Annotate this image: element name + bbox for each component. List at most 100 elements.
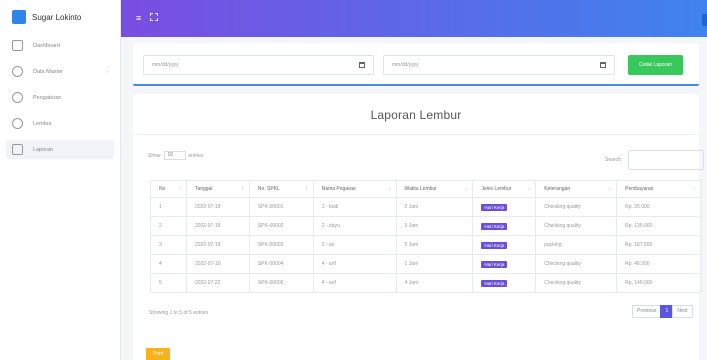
cell-no: 3	[150, 235, 187, 255]
menu-icon[interactable]: ≡	[136, 14, 141, 23]
status-badge: Hari Kerja	[481, 279, 508, 287]
sidebar-item-lembur[interactable]: Lembur	[6, 114, 114, 133]
sidebar: Sugar Lokinto Dashboard Data Master › Pe…	[0, 0, 121, 360]
cell-date: 2022-07-18	[185, 235, 250, 255]
cell-payment: Rp. 46.000	[616, 254, 702, 274]
calendar-icon[interactable]	[600, 62, 606, 68]
cell-note: Checking quality	[535, 273, 618, 293]
divider	[133, 134, 699, 135]
database-icon	[12, 66, 23, 77]
brand[interactable]: Sugar Lokinto	[0, 0, 120, 26]
show-label: Show	[148, 152, 161, 159]
cell-note: Checking quality	[535, 216, 618, 236]
fullscreen-icon[interactable]	[150, 13, 158, 21]
filter-card: mm/dd/yyyy mm/dd/yyyy Cetak Laporan	[133, 43, 699, 86]
cell-no: 2	[150, 216, 187, 236]
brand-logo	[12, 10, 26, 24]
sort-icon: ↕	[527, 186, 531, 192]
home-icon	[12, 40, 23, 51]
column-header[interactable]: Nama Pegawai ↕	[312, 180, 397, 198]
cell-employee: 1 - budi	[312, 197, 397, 217]
sidebar-item-pengaturan[interactable]: Pengaturan	[6, 88, 114, 107]
cell-employee: 3 - ari	[312, 235, 397, 255]
sidebar-item-data-master[interactable]: Data Master ›	[6, 62, 114, 81]
cell-date: 2022-07-22	[185, 273, 250, 293]
cell-type: Hari Kerja	[472, 235, 537, 255]
column-header[interactable]: Keterangan ↕	[535, 180, 618, 198]
sidebar-nav: Dashboard Data Master › Pengaturan Lembu…	[0, 36, 120, 159]
sort-icon: ↕	[388, 186, 391, 192]
cell-spkl: SPK-00002	[248, 216, 314, 236]
sidebar-item-dashboard[interactable]: Dashboard	[6, 36, 114, 55]
pagination-prev-button[interactable]: Previous	[632, 305, 662, 318]
column-header[interactable]: No ↕	[150, 180, 187, 198]
table-row: 1 2022-07-18 SPK-00001 1 - budi 2 Jam Ha…	[150, 197, 702, 217]
search-input[interactable]	[628, 150, 704, 170]
user-menu-button[interactable]	[702, 14, 707, 26]
sort-icon: ↕	[693, 186, 697, 192]
entries-label: entries	[188, 152, 204, 159]
sidebar-item-laporan[interactable]: Laporan	[6, 140, 114, 159]
print-button[interactable]: Print	[146, 348, 170, 360]
calendar-icon[interactable]	[359, 62, 365, 68]
column-header[interactable]: Jenis Lembur ↕	[472, 180, 537, 198]
cell-spkl: SPK-00004	[248, 254, 314, 274]
table-info: Showing 1 to 5 of 5 entries	[149, 310, 209, 316]
column-header[interactable]: Waktu Lembur ↕	[395, 180, 474, 198]
sort-icon: ↕	[608, 186, 612, 192]
print-report-button[interactable]: Cetak Laporan	[628, 55, 683, 75]
sort-icon: ↕	[178, 186, 181, 192]
cell-no: 5	[150, 273, 187, 293]
column-header[interactable]: Pembayaran ↕	[616, 180, 702, 198]
table-row: 5 2022-07-22 SPK-00005 4 - arif 4 Jam Ha…	[150, 273, 702, 293]
column-header[interactable]: No. SPKL ↕	[248, 180, 314, 198]
cell-duration: 5 Jam	[395, 235, 474, 255]
cell-no: 1	[150, 197, 187, 217]
pagination-next-button[interactable]: Next	[672, 305, 693, 318]
status-badge: Hari Kerja	[481, 203, 508, 211]
pagination: Previous 1 Next	[632, 305, 693, 318]
cell-duration: 3 Jam	[395, 216, 474, 236]
cell-spkl: SPK-00001	[248, 197, 314, 217]
cell-date: 2022-07-18	[185, 216, 250, 236]
topbar: ≡	[121, 0, 707, 37]
chevron-right-icon: ›	[106, 68, 108, 75]
status-badge: Hari Kerja	[481, 222, 508, 230]
cell-duration: 2 Jam	[395, 197, 474, 217]
cell-spkl: SPK-00005	[248, 273, 314, 293]
report-card: Laporan Lembur Show 10 entries Search: N…	[133, 94, 704, 360]
entries-select[interactable]: 10	[163, 151, 186, 160]
cell-duration: 1 Jam	[395, 254, 474, 274]
sidebar-item-label: Lembur	[33, 120, 52, 127]
table-header-row: No ↕ Tanggal ↕ No. SPKL ↕ Nama Pegawai ↕ Wak…	[150, 180, 702, 198]
entries-length: Show 10 entries	[148, 151, 204, 160]
cell-employee: 4 - arif	[312, 254, 397, 274]
cell-payment: Rp. 148.000	[616, 273, 702, 293]
user-icon	[12, 118, 23, 129]
app-root: Sugar Lokinto Dashboard Data Master › Pe…	[0, 0, 707, 360]
cell-type: Hari Kerja	[472, 254, 537, 274]
report-table: No ↕ Tanggal ↕ No. SPKL ↕ Nama Pegawai ↕ Wak…	[150, 180, 702, 293]
cell-payment: Rp. 187.500	[616, 235, 702, 255]
cell-payment: Rp. 135.000	[616, 216, 702, 236]
date-from-value: mm/dd/yyyy	[152, 62, 179, 68]
brand-name: Sugar Lokinto	[32, 12, 82, 22]
date-from-input[interactable]: mm/dd/yyyy	[143, 55, 374, 75]
cell-type: Hari Kerja	[472, 216, 537, 236]
column-header[interactable]: Tanggal ↕	[185, 180, 250, 198]
table-row: 4 2022-07-19 SPK-00004 4 - arif 1 Jam Ha…	[150, 254, 702, 274]
sort-icon: ↕	[464, 186, 468, 192]
sidebar-item-label: Dashboard	[33, 42, 60, 49]
status-badge: Hari Kerja	[481, 241, 508, 249]
sidebar-item-label: Laporan	[33, 146, 54, 153]
date-to-input[interactable]: mm/dd/yyyy	[383, 55, 615, 75]
cell-note: packing	[535, 235, 618, 255]
file-icon	[12, 144, 23, 155]
cell-no: 4	[150, 254, 187, 274]
cell-type: Hari Kerja	[472, 273, 537, 293]
sort-icon: ↕	[241, 186, 244, 192]
cell-payment: Rp. 25.000	[616, 197, 702, 217]
status-badge: Hari Kerja	[481, 260, 508, 268]
page-title: Laporan Lembur	[370, 108, 462, 122]
cell-note: Checking quality	[535, 254, 618, 274]
